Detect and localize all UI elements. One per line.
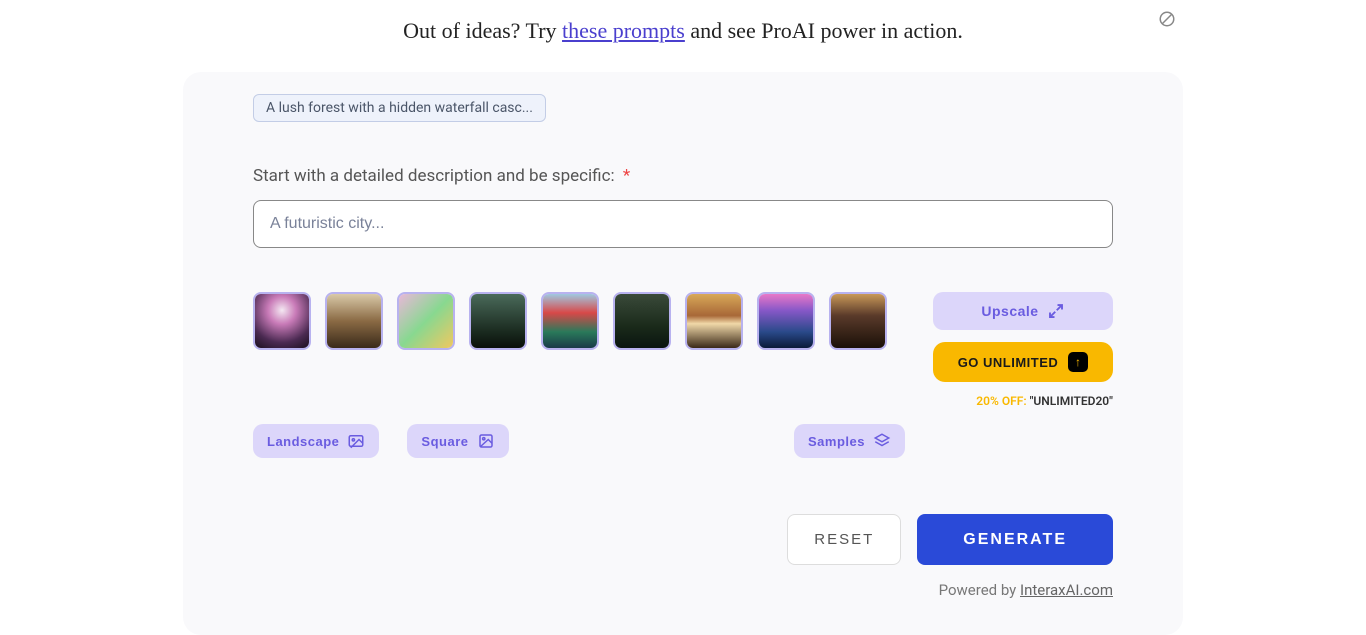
style-thumb-9[interactable] [829,292,887,350]
right-column: Upscale GO UNLIMITED ↑ 20% OFF: "UNLIMIT… [933,292,1113,408]
expand-icon [1047,302,1065,320]
image-icon [347,432,365,450]
style-thumbs [253,292,887,350]
styles-row: Upscale GO UNLIMITED ↑ 20% OFF: "UNLIMIT… [253,292,1113,408]
discount-code: "UNLIMITED20" [1030,394,1113,408]
upscale-button[interactable]: Upscale [933,292,1113,330]
prompt-label: Start with a detailed description and be… [253,166,1113,186]
landscape-label: Landscape [267,434,339,449]
layers-icon [873,432,891,450]
landscape-button[interactable]: Landscape [253,424,379,458]
style-thumb-1[interactable] [253,292,311,350]
square-button[interactable]: Square [407,424,508,458]
controls-row: Landscape Square Samples [253,424,1113,458]
samples-button[interactable]: Samples [794,424,905,458]
tagline-pre: Out of ideas? Try [403,18,562,43]
tagline-link[interactable]: these prompts [562,18,685,43]
required-mark: * [623,166,630,186]
prompt-label-text: Start with a detailed description and be… [253,166,615,186]
action-row: RESET GENERATE [253,514,1113,565]
tagline-post: and see ProAI power in action. [685,18,963,43]
reset-button[interactable]: RESET [787,514,901,565]
square-label: Square [421,434,468,449]
unlimited-label: GO UNLIMITED [958,355,1059,370]
style-thumb-7[interactable] [685,292,743,350]
powered-link[interactable]: InteraxAI.com [1020,581,1113,599]
image-icon [477,432,495,450]
style-thumb-8[interactable] [757,292,815,350]
powered-pre: Powered by [939,581,1020,599]
discount-text: 20% OFF: "UNLIMITED20" [933,394,1113,408]
style-thumb-2[interactable] [325,292,383,350]
stop-icon[interactable] [1158,10,1176,28]
arrow-up-icon: ↑ [1068,352,1088,372]
samples-label: Samples [808,434,865,449]
style-thumb-5[interactable] [541,292,599,350]
powered-by: Powered by InteraxAI.com [253,581,1113,599]
style-thumb-3[interactable] [397,292,455,350]
style-thumb-6[interactable] [613,292,671,350]
go-unlimited-button[interactable]: GO UNLIMITED ↑ [933,342,1113,382]
generate-button[interactable]: GENERATE [917,514,1113,565]
generator-card: A lush forest with a hidden waterfall ca… [183,72,1183,635]
suggestion-chip[interactable]: A lush forest with a hidden waterfall ca… [253,94,546,122]
style-thumb-4[interactable] [469,292,527,350]
discount-pct: 20% OFF: [976,394,1026,408]
prompt-input[interactable] [253,200,1113,248]
upscale-label: Upscale [981,303,1038,319]
